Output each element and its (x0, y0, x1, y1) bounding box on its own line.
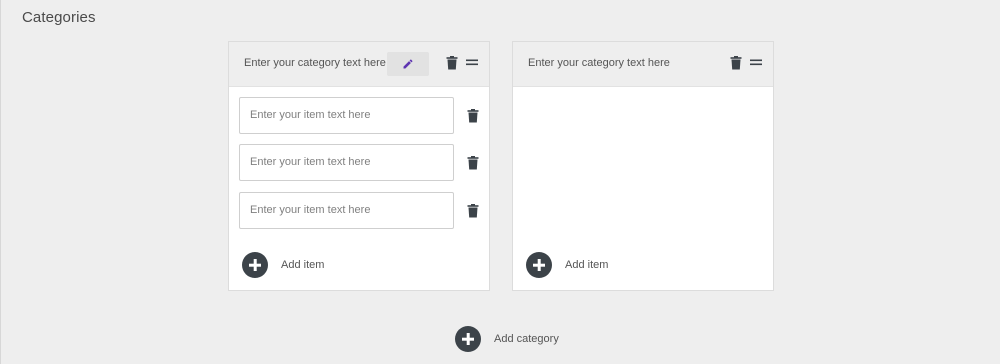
categories-page: Categories Enter your category text here… (0, 0, 1000, 364)
category-title[interactable]: Enter your category text here (244, 57, 386, 69)
item-text-input[interactable]: Enter your item text here (239, 97, 454, 134)
plus-circle-icon (455, 326, 481, 352)
plus-circle-icon (242, 252, 268, 278)
delete-category-trash-icon[interactable] (446, 56, 458, 70)
delete-item-trash-icon[interactable] (467, 109, 479, 123)
delete-category-trash-icon[interactable] (730, 56, 742, 70)
add-category-label: Add category (494, 333, 559, 345)
item-text-input[interactable]: Enter your item text here (239, 192, 454, 229)
item-placeholder: Enter your item text here (250, 156, 371, 168)
page-title: Categories (22, 9, 96, 26)
category-header: Enter your category text here (229, 42, 489, 87)
category-card: Enter your category text here Enter your… (228, 41, 490, 291)
delete-item-trash-icon[interactable] (467, 156, 479, 170)
edit-category-button[interactable] (387, 52, 429, 76)
add-item-label: Add item (565, 259, 609, 271)
category-header: Enter your category text here (513, 42, 773, 87)
drag-handle-icon[interactable] (466, 59, 478, 67)
delete-item-trash-icon[interactable] (467, 204, 479, 218)
drag-handle-icon[interactable] (750, 59, 762, 67)
plus-circle-icon (526, 252, 552, 278)
item-text-input[interactable]: Enter your item text here (239, 144, 454, 181)
add-item-label: Add item (281, 259, 325, 271)
category-card: Enter your category text here Add item (512, 41, 774, 291)
item-placeholder: Enter your item text here (250, 109, 371, 121)
add-category-button[interactable]: Add category (455, 326, 559, 352)
add-item-button[interactable]: Add item (242, 252, 324, 278)
add-item-button[interactable]: Add item (526, 252, 608, 278)
category-title[interactable]: Enter your category text here (528, 57, 670, 69)
pencil-icon (403, 59, 413, 69)
item-placeholder: Enter your item text here (250, 204, 371, 216)
